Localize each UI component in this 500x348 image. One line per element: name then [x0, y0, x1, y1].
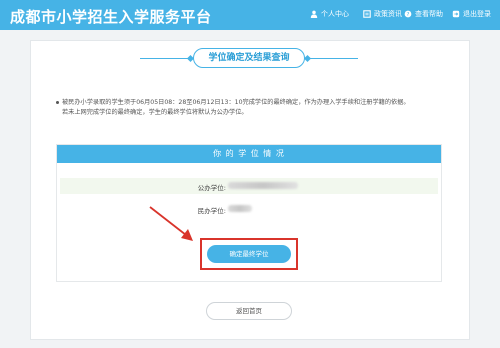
private-school-row: 民办学位:	[60, 201, 438, 217]
news-icon	[363, 10, 371, 18]
site-title: 成都市小学招生入学服务平台	[10, 8, 212, 26]
nav-personal-center-label: 个人中心	[321, 10, 349, 18]
nav-help[interactable]: ? 查看帮助	[404, 9, 443, 19]
private-school-label: 民办学位:	[197, 207, 226, 215]
notice-text: 被民办小学录取的学生须于06月05日08：28至06月12日13：10完成学位的…	[56, 98, 446, 118]
page-title: 学位确定及结果查询	[193, 48, 305, 68]
notice-line-1: 被民办小学录取的学生须于06月05日08：28至06月12日13：10完成学位的…	[56, 98, 446, 108]
title-divider-right	[308, 58, 358, 59]
back-home-button[interactable]: 返回首页	[206, 302, 292, 320]
nav-personal-center[interactable]: 个人中心	[310, 9, 349, 19]
public-school-row: 公办学位:	[60, 178, 438, 194]
nav-logout[interactable]: 退出登录	[452, 9, 491, 19]
private-school-value-redacted	[228, 205, 252, 212]
confirm-final-degree-button[interactable]: 确定最终学位	[207, 245, 291, 263]
help-icon: ?	[404, 10, 412, 18]
nav-policy-news[interactable]: 政策资讯	[363, 9, 402, 19]
user-icon	[310, 10, 318, 18]
title-divider-left	[140, 58, 190, 59]
card-heading: 你 的 学 位 情 况	[57, 145, 441, 163]
notice-line-2: 若未上网完成学位的最终确定，学生的最终学位将默认为公办学位。	[62, 109, 248, 116]
logout-icon	[452, 10, 460, 18]
public-school-label: 公办学位:	[197, 184, 226, 192]
public-school-value-redacted	[228, 182, 298, 189]
nav-logout-label: 退出登录	[463, 10, 491, 18]
nav-help-label: 查看帮助	[415, 10, 443, 18]
notice-line-1-text: 被民办小学录取的学生须于06月05日08：28至06月12日13：10完成学位的…	[62, 99, 410, 106]
top-header: 成都市小学招生入学服务平台 个人中心 政策资讯 ? 查看帮助 退出登录	[0, 0, 500, 30]
bullet-icon	[56, 100, 59, 104]
nav-policy-news-label: 政策资讯	[374, 10, 402, 18]
svg-text:?: ?	[407, 12, 410, 18]
